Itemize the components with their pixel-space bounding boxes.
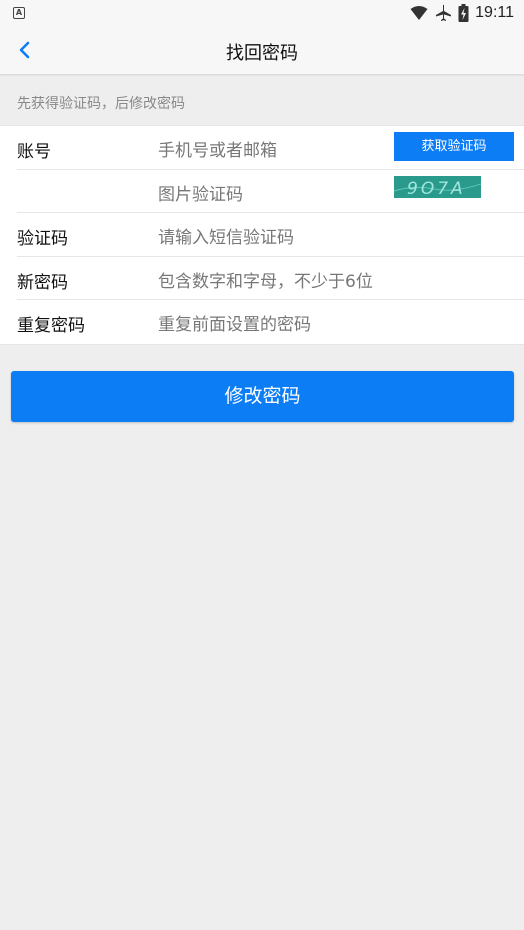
captcha-noise: 9O7A	[394, 179, 481, 198]
sms-code-row: 验证码 请输入短信验证码	[0, 213, 524, 257]
instruction-text: 先获得验证码，后修改密码	[17, 96, 185, 112]
repeat-password-label: 重复密码	[17, 316, 85, 336]
new-password-input[interactable]: 包含数字和字母，不少于6位	[158, 267, 388, 292]
new-password-row: 新密码 包含数字和字母，不少于6位	[0, 257, 524, 300]
account-row: 账号 手机号或者邮箱 获取验证码	[0, 126, 524, 170]
status-time: 19:11	[475, 4, 514, 21]
status-icons: 19:11	[410, 3, 514, 23]
captcha-row: 图片验证码 9O7A	[0, 170, 524, 213]
account-input[interactable]: 手机号或者邮箱	[158, 136, 388, 161]
status-bar: A 19:11	[0, 0, 524, 27]
sms-code-label: 验证码	[17, 229, 68, 249]
repeat-password-input[interactable]: 重复前面设置的密码	[158, 310, 388, 335]
change-password-button[interactable]: 修改密码	[11, 371, 514, 422]
battery-charging-icon	[458, 4, 469, 22]
app-notification-icon: A	[13, 7, 25, 19]
get-code-button[interactable]: 获取验证码	[394, 132, 514, 161]
sms-code-input[interactable]: 请输入短信验证码	[158, 223, 388, 248]
reset-password-form: 账号 手机号或者邮箱 获取验证码 图片验证码 9O7A 验证码 请输入短信验证码…	[0, 125, 524, 345]
account-label: 账号	[17, 142, 51, 162]
new-password-label: 新密码	[17, 272, 68, 293]
captcha-input[interactable]: 图片验证码	[158, 180, 388, 205]
wifi-icon	[410, 6, 428, 20]
airplane-icon	[436, 5, 452, 21]
page-title: 找回密码	[226, 43, 298, 64]
captcha-image[interactable]: 9O7A	[394, 175, 481, 198]
captcha-text: 9O7A	[407, 179, 466, 198]
repeat-password-row: 重复密码 重复前面设置的密码	[0, 300, 524, 344]
nav-bar: 找回密码	[0, 27, 524, 74]
